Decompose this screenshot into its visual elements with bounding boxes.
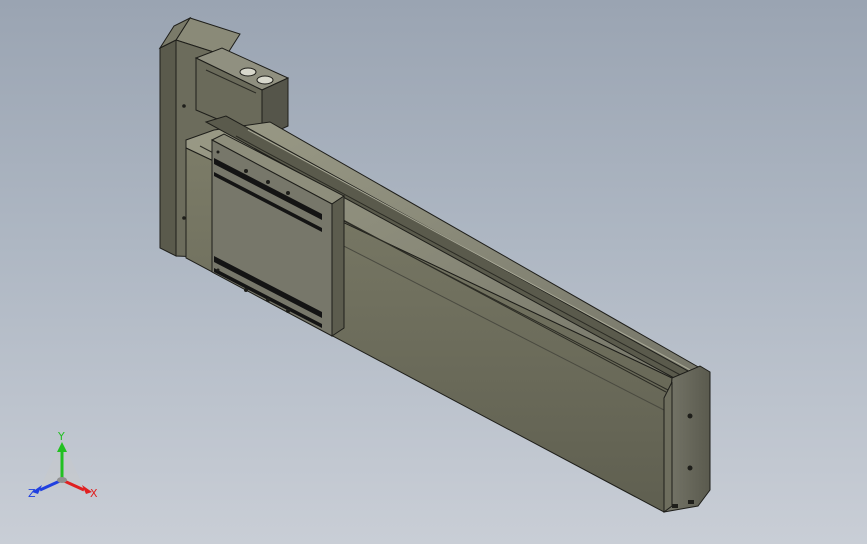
3d-viewport[interactable]: Y X Z: [0, 0, 867, 544]
x-axis-label: X: [90, 487, 98, 500]
y-axis-label: Y: [57, 430, 65, 443]
linear-actuator-model[interactable]: [0, 0, 867, 544]
orientation-triad[interactable]: Y X Z: [20, 428, 110, 508]
z-axis-label: Z: [28, 487, 36, 500]
